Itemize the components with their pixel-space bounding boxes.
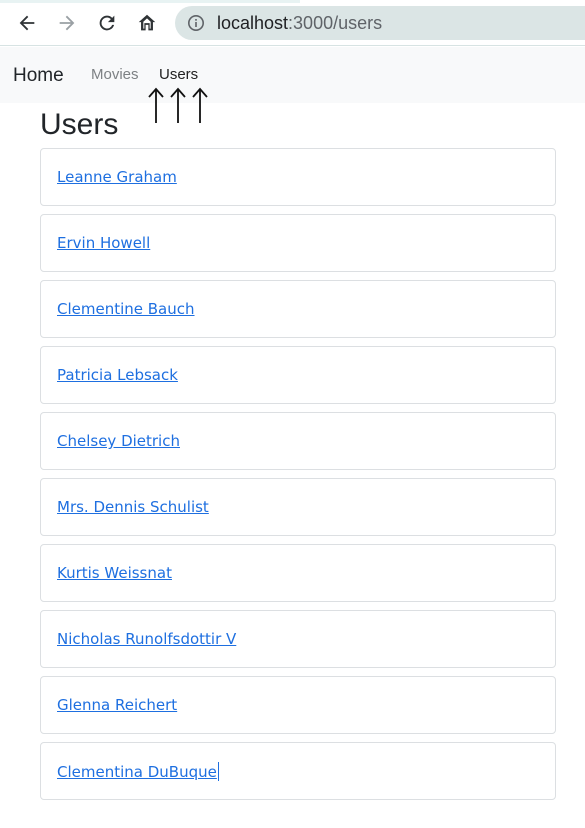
user-link[interactable]: Nicholas Runolfsdottir V — [57, 630, 236, 648]
user-link-text: Clementina DuBuque — [57, 763, 217, 781]
reload-button[interactable] — [93, 9, 121, 37]
up-arrow-icon — [192, 87, 208, 123]
arrow-right-icon — [59, 15, 75, 31]
arrow-left-icon — [19, 15, 35, 31]
user-link[interactable]: Patricia Lebsack — [57, 366, 178, 384]
user-card: Nicholas Runolfsdottir V — [40, 610, 556, 668]
forward-button[interactable] — [53, 9, 81, 37]
user-link[interactable]: Kurtis Weissnat — [57, 564, 172, 582]
user-link[interactable]: Ervin Howell — [57, 234, 150, 252]
page-title: Users — [40, 108, 119, 141]
up-arrow-icon — [170, 87, 186, 123]
user-card: Clementine Bauch — [40, 280, 556, 338]
reload-icon — [99, 15, 115, 31]
url-host: localhost — [217, 13, 289, 33]
user-card: Patricia Lebsack — [40, 346, 556, 404]
user-card: Glenna Reichert — [40, 676, 556, 734]
address-bar[interactable]: localhost:3000/users — [175, 6, 585, 40]
user-link[interactable]: Clementina DuBuque — [57, 762, 219, 781]
user-link[interactable]: Leanne Graham — [57, 168, 177, 186]
url-text[interactable]: localhost:3000/users — [217, 12, 382, 34]
back-button[interactable] — [13, 9, 41, 37]
app-navbar: Home Movies Users — [0, 47, 585, 103]
user-link[interactable]: Mrs. Dennis Schulist — [57, 498, 209, 516]
annotation-arrows — [147, 87, 209, 125]
user-link[interactable]: Clementine Bauch — [57, 300, 195, 318]
home-icon — [138, 14, 156, 31]
user-list: Leanne Graham Ervin Howell Clementine Ba… — [40, 148, 556, 808]
nav-link-movies[interactable]: Movies — [91, 66, 139, 84]
user-link[interactable]: Glenna Reichert — [57, 696, 177, 714]
up-arrow-icon — [148, 87, 164, 123]
user-card: Mrs. Dennis Schulist — [40, 478, 556, 536]
home-button[interactable] — [133, 9, 161, 37]
user-card: Kurtis Weissnat — [40, 544, 556, 602]
brand-home-link[interactable]: Home — [13, 65, 64, 87]
url-path: :3000/users — [288, 13, 383, 33]
user-card: Ervin Howell — [40, 214, 556, 272]
user-card: Clementina DuBuque — [40, 742, 556, 800]
tab-strip-edge — [0, 0, 300, 3]
browser-toolbar: localhost:3000/users — [0, 0, 585, 46]
info-icon[interactable] — [187, 14, 205, 32]
user-card: Leanne Graham — [40, 148, 556, 206]
text-cursor — [217, 762, 219, 781]
nav-link-users[interactable]: Users — [159, 66, 198, 84]
user-link[interactable]: Chelsey Dietrich — [57, 432, 180, 450]
user-card: Chelsey Dietrich — [40, 412, 556, 470]
